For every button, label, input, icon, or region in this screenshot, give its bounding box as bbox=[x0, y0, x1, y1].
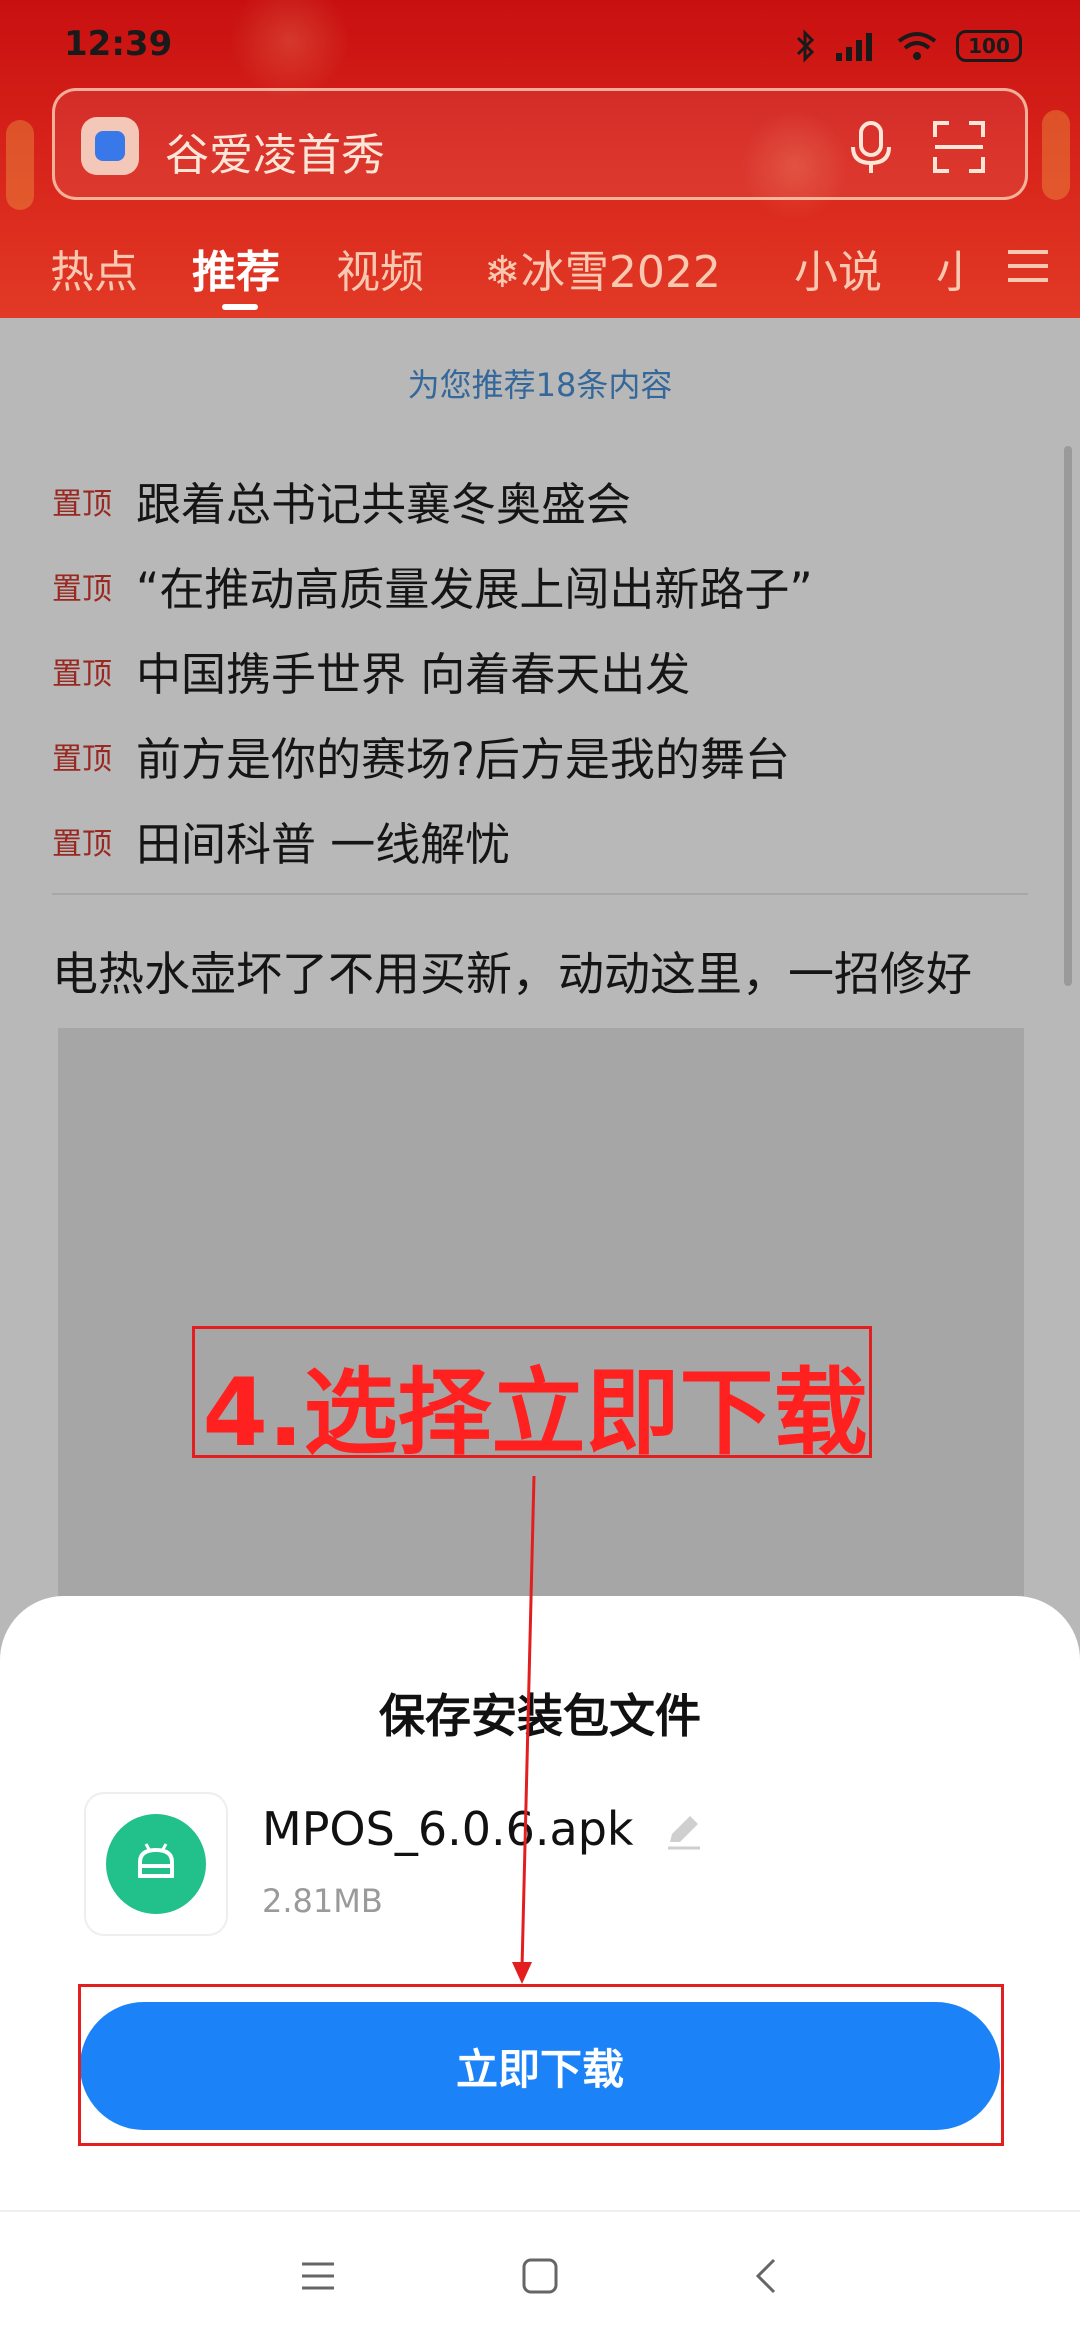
annotation-highlight-box bbox=[78, 1984, 1004, 2146]
annotation-label-box: 4.选择立即下载 bbox=[192, 1326, 872, 1468]
lantern-decoration bbox=[6, 120, 34, 210]
app-logo-icon bbox=[81, 117, 139, 175]
tab-video[interactable]: 视频 bbox=[336, 236, 424, 300]
menu-icon[interactable] bbox=[1006, 246, 1050, 286]
scan-icon[interactable] bbox=[931, 119, 987, 175]
system-nav-bar bbox=[0, 2210, 1080, 2340]
file-size: 2.81MB bbox=[262, 1882, 383, 1920]
app-header: 12:39 100 谷爱凌首秀 热点 推荐 视频 ❄冰雪2022 小说 小 bbox=[0, 0, 1080, 318]
tab-winter-sports[interactable]: ❄冰雪2022 bbox=[484, 236, 721, 300]
apk-file-icon bbox=[84, 1792, 228, 1936]
status-bar: 12:39 100 bbox=[0, 0, 1080, 88]
android-icon bbox=[106, 1814, 206, 1914]
search-bar[interactable]: 谷爱凌首秀 bbox=[52, 88, 1028, 200]
battery-icon: 100 bbox=[956, 30, 1022, 62]
back-icon[interactable] bbox=[746, 2254, 790, 2298]
snowflake-icon: ❄ bbox=[484, 247, 521, 298]
status-time: 12:39 bbox=[64, 24, 173, 64]
edit-filename-icon[interactable] bbox=[662, 1810, 704, 1852]
annotation-text: 4.选择立即下载 bbox=[202, 1359, 868, 1468]
channel-tabs: 热点 推荐 视频 ❄冰雪2022 小说 小 bbox=[0, 230, 1080, 318]
active-tab-indicator bbox=[222, 304, 258, 310]
signal-icon bbox=[836, 33, 872, 61]
search-placeholder: 谷爱凌首秀 bbox=[165, 130, 385, 181]
modal-dim-overlay[interactable] bbox=[0, 318, 1080, 1718]
file-name: MPOS_6.0.6.apk bbox=[262, 1802, 634, 1856]
tab-novel[interactable]: 小说 bbox=[794, 236, 882, 300]
battery-level: 100 bbox=[968, 34, 1010, 58]
tab-recommend[interactable]: 推荐 bbox=[192, 236, 280, 300]
microphone-icon[interactable] bbox=[841, 117, 901, 177]
bluetooth-icon bbox=[796, 29, 815, 63]
wifi-icon bbox=[897, 32, 937, 60]
tab-winter-sports-label: 冰雪2022 bbox=[520, 247, 721, 298]
home-icon[interactable] bbox=[518, 2254, 562, 2298]
tab-hot[interactable]: 热点 bbox=[50, 236, 138, 300]
lantern-decoration bbox=[1042, 110, 1070, 200]
status-icons: 100 bbox=[794, 26, 1022, 66]
sheet-title: 保存安装包文件 bbox=[379, 1689, 701, 1743]
tab-partial[interactable]: 小 bbox=[936, 236, 966, 300]
recents-menu-icon[interactable] bbox=[296, 2254, 340, 2298]
